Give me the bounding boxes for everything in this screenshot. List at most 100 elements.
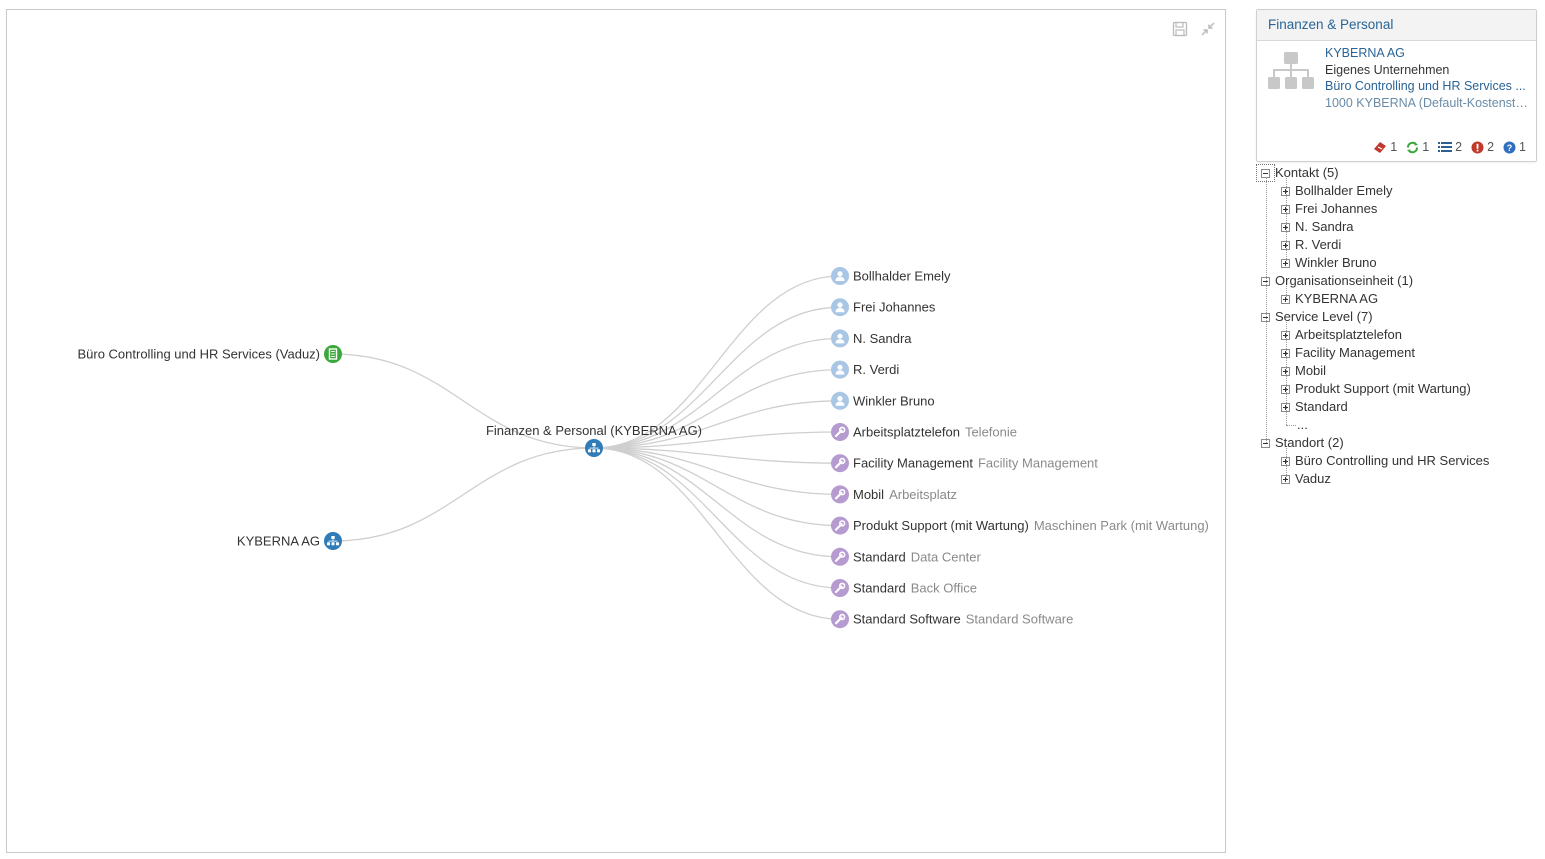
graph-node[interactable]: Winkler Bruno [831,391,935,410]
badge-count: 1 [1390,140,1398,154]
wrench-icon [831,485,849,504]
graph-node[interactable]: Frei Johannes [831,298,936,317]
graph-edge [593,447,841,558]
person-icon [831,360,849,379]
person-icon [831,329,849,348]
svg-text:?: ? [1507,143,1513,153]
graph-node[interactable]: Standard Back Office [831,579,977,597]
tree-item[interactable]: Mobil [1281,362,1326,380]
card-location-link[interactable]: Büro Controlling und HR Services ... [1325,78,1530,95]
graph-edge [593,447,841,620]
graph-node-label: Bollhalder Emely [853,269,951,284]
graph-node[interactable]: R. Verdi [831,360,899,379]
graph-node[interactable]: Produkt Support (mit Wartung) Maschinen P… [831,516,1209,535]
tree-item-label: Winkler Bruno [1295,255,1377,270]
graph-center-node[interactable]: Finanzen & Personal (KYBERNA AG) [486,423,702,457]
tree-group[interactable]: Standort (2) [1261,434,1344,452]
tree-item[interactable]: Arbeitsplatztelefon [1281,326,1402,344]
card-title[interactable]: Finanzen & Personal [1257,10,1536,41]
org-chart-icon [585,439,603,457]
graph-node-label: Arbeitsplatztelefon Telefonie [853,425,1017,440]
badge-tasks[interactable]: 2 [1438,140,1462,154]
save-icon[interactable] [1171,20,1189,38]
detail-card: Finanzen & Personal KYBERNA AG Eigenes U… [1256,9,1537,162]
graph-node-sublabel: Back Office [911,581,977,596]
card-body: KYBERNA AG Eigenes Unternehmen Büro Cont… [1257,41,1536,131]
tree-connector [1286,448,1287,479]
graph-node-label: Mobil Arbeitsplatz [853,487,957,502]
tree-item[interactable]: Büro Controlling und HR Services [1281,452,1489,470]
graph-node[interactable]: Büro Controlling und HR Services (Vaduz) [77,345,342,363]
card-type: Eigenes Unternehmen [1325,62,1450,77]
tree-item[interactable]: R. Verdi [1281,236,1341,254]
alert-icon [1471,141,1484,153]
tree-item[interactable]: Frei Johannes [1281,200,1377,218]
graph-node-sublabel: Arbeitsplatz [889,487,957,502]
tree-item[interactable]: Bollhalder Emely [1281,182,1393,200]
tree-item[interactable]: Winkler Bruno [1281,254,1377,272]
graph-node-label: Facility Management Facility Management [853,456,1098,471]
graph-node-label: KYBERNA AG [237,534,320,549]
tree-item[interactable]: Facility Management [1281,344,1415,362]
graph-node-label: Produkt Support (mit Wartung) Maschinen P… [853,518,1209,533]
graph-edge [593,447,841,589]
graph-node[interactable]: KYBERNA AG [237,532,342,550]
badge-count: 1 [1519,140,1526,154]
wrench-icon [831,423,849,441]
graph-node-label: Büro Controlling und HR Services (Vaduz) [77,347,320,362]
tree-connector [1286,425,1296,426]
graph-center-label: Finanzen & Personal (KYBERNA AG) [486,423,702,438]
tree-item[interactable]: N. Sandra [1281,218,1354,236]
tree-more-label: ... [1297,417,1308,432]
tree-item-label: Produkt Support (mit Wartung) [1295,381,1471,396]
tree-item-label: R. Verdi [1295,237,1342,252]
badge-count: 2 [1487,140,1495,154]
help-icon: ? [1503,141,1516,153]
wrench-icon [831,579,849,597]
graph-edge [332,447,595,542]
tree-connector [1286,322,1287,425]
graph-node-label: Winkler Bruno [853,393,935,408]
tree-connector [1286,286,1287,299]
graph-node-label: Frei Johannes [853,300,936,315]
tree-group[interactable]: Service Level (7) [1261,308,1373,326]
card-company-link[interactable]: KYBERNA AG [1325,45,1530,62]
graph-node-label: Standard Software Standard Software [853,612,1073,627]
graph-node[interactable]: Standard Data Center [831,547,982,566]
tree-group-label: Organisationseinheit (1) [1275,273,1414,288]
tree-group[interactable]: Organisationseinheit (1) [1261,272,1413,290]
collapse-icon[interactable] [1199,20,1217,38]
badge-count: 1 [1422,140,1430,154]
graph-node[interactable]: Standard Software Standard Software [831,610,1073,629]
graph-node-sublabel: Facility Management [978,456,1098,471]
badge-tickets[interactable]: 1 [1373,140,1397,154]
wrench-icon [831,610,849,629]
badge-alerts[interactable]: 2 [1471,140,1494,154]
tree-item-label: Arbeitsplatztelefon [1295,327,1402,342]
tree-item[interactable]: Standard [1281,398,1348,416]
card-cost-center[interactable]: 1000 KYBERNA (Default-Kostenste... [1325,95,1530,112]
org-chart-icon [1268,52,1314,89]
graph-panel[interactable]: Bollhalder Emely Frei Johannes N. Sandra R.… [6,9,1226,853]
badge-help[interactable]: ? 1 [1503,140,1526,154]
tree-item[interactable]: Produkt Support (mit Wartung) [1281,380,1471,398]
graph-node[interactable]: Facility Management Facility Management [831,454,1098,473]
graph-edge [593,447,841,527]
tree-item[interactable]: Vaduz [1281,470,1331,488]
tree-more[interactable]: ... [1297,416,1308,434]
tree-item[interactable]: KYBERNA AG [1281,290,1378,308]
graph-node[interactable]: Arbeitsplatztelefon Telefonie [831,423,1017,441]
relationship-graph[interactable]: Bollhalder Emely Frei Johannes N. Sandra R.… [7,10,1225,852]
graph-node[interactable]: N. Sandra [831,329,912,348]
graph-node[interactable]: Bollhalder Emely [831,267,951,285]
person-icon [831,267,849,285]
wrench-icon [831,516,849,535]
tree-item-label: Facility Management [1295,345,1415,360]
badge-changes[interactable]: 1 [1406,140,1429,154]
wrench-icon [831,454,849,473]
tree-connector [1286,178,1287,263]
org-chart-icon [324,532,342,550]
graph-node[interactable]: Mobil Arbeitsplatz [831,485,957,504]
graph-toolbar [1171,20,1217,38]
graph-node-sublabel: Standard Software [966,612,1074,627]
